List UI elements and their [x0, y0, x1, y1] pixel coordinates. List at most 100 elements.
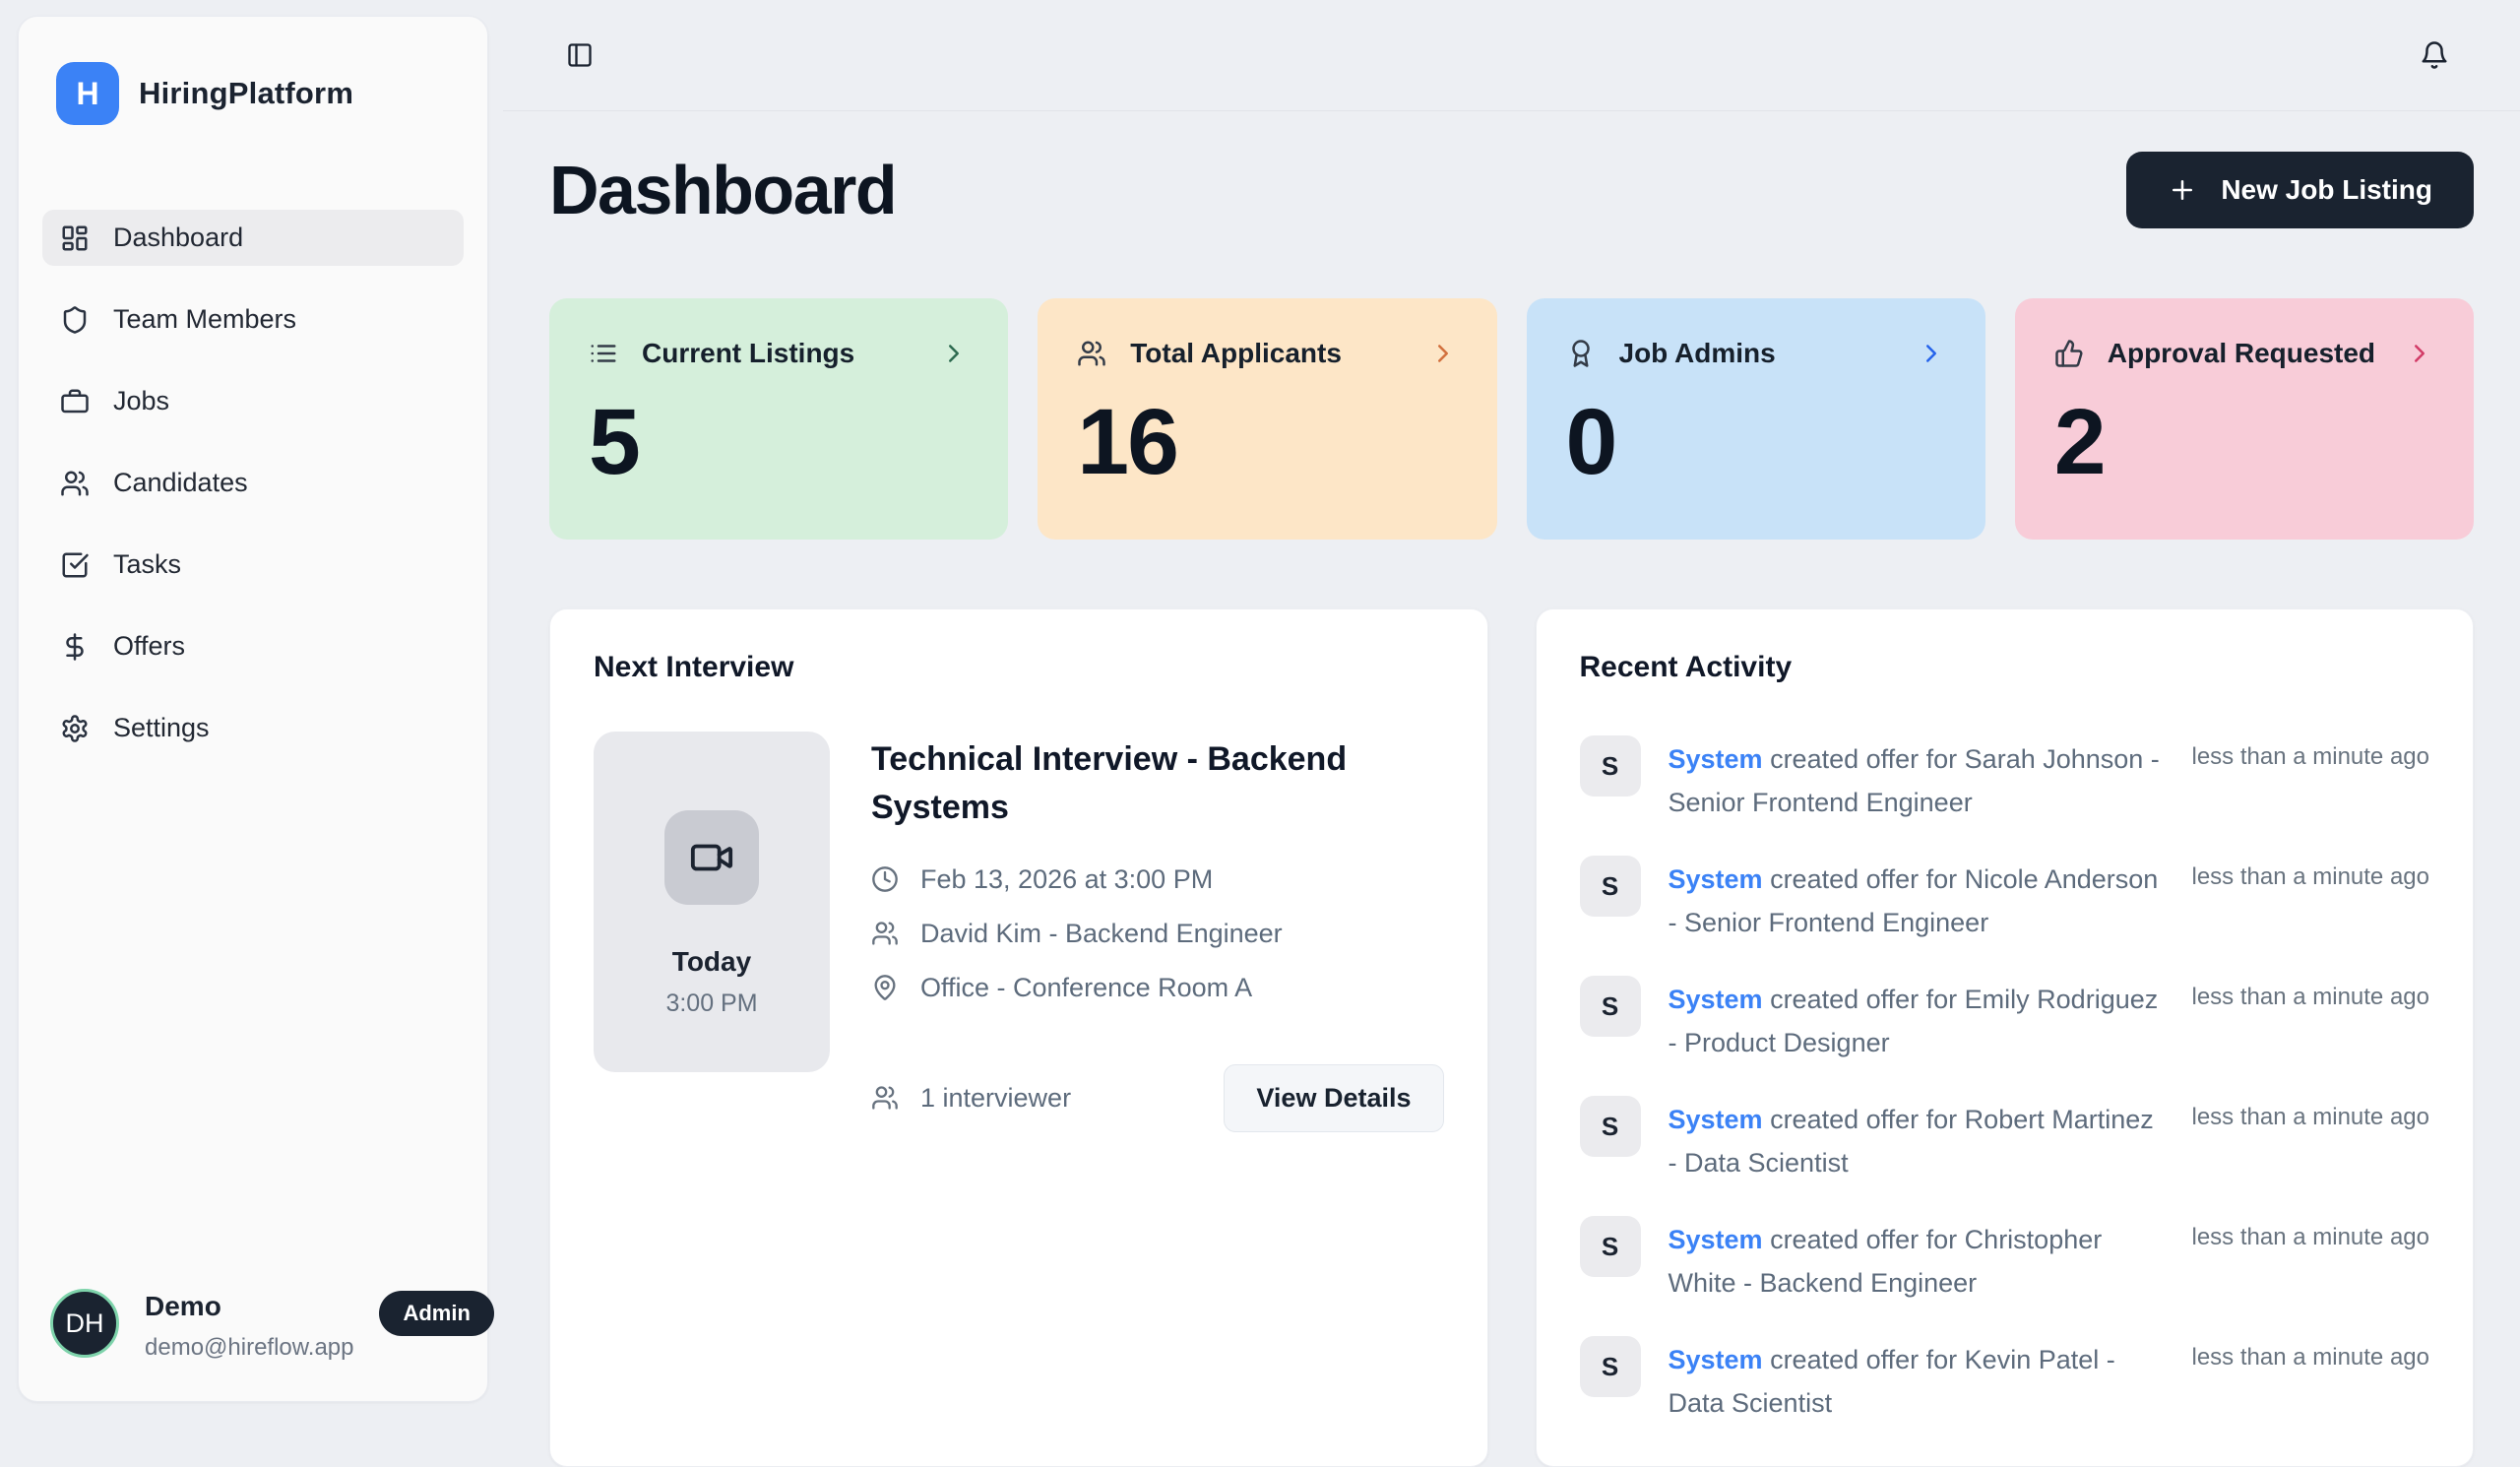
stat-label: Job Admins — [1619, 338, 1776, 369]
recent-activity-title: Recent Activity — [1580, 651, 2430, 684]
interview-location: Office - Conference Room A — [920, 973, 1252, 1003]
activity-text: System created offer for Kevin Patel - D… — [1669, 1336, 2161, 1425]
stat-label: Total Applicants — [1130, 338, 1342, 369]
interview-datetime-row: Feb 13, 2026 at 3:00 PM — [871, 864, 1444, 895]
interview-datetime: Feb 13, 2026 at 3:00 PM — [920, 864, 1213, 895]
activity-actor-link[interactable]: System — [1669, 1225, 1763, 1254]
stat-value: 0 — [1566, 389, 1946, 496]
chevron-right-icon — [1917, 339, 1946, 368]
users-icon — [871, 1084, 899, 1112]
activity-timestamp: less than a minute ago — [2192, 856, 2430, 891]
user-profile: DH Demo demo@hireflow.app Admin — [42, 1289, 464, 1362]
users-icon — [60, 469, 90, 498]
interview-time: 3:00 PM — [665, 989, 757, 1018]
activity-avatar: S — [1580, 1216, 1641, 1277]
activity-avatar: S — [1580, 856, 1641, 917]
sidebar-nav: Dashboard Team Members Jobs Candidates T… — [42, 210, 464, 756]
interview-candidate-row: David Kim - Backend Engineer — [871, 919, 1444, 949]
activity-avatar: S — [1580, 976, 1641, 1037]
activity-actor-link[interactable]: System — [1669, 864, 1763, 894]
map-pin-icon — [871, 974, 899, 1001]
plus-icon — [2168, 175, 2197, 205]
interview-day: Today — [672, 946, 751, 978]
briefcase-icon — [60, 387, 90, 416]
stat-card-approval-requested[interactable]: Approval Requested 2 — [2015, 298, 2474, 540]
sidebar-item-label: Tasks — [113, 549, 181, 580]
activity-actor-link[interactable]: System — [1669, 1345, 1763, 1374]
activity-item: S System created offer for Robert Martin… — [1580, 1096, 2430, 1184]
sidebar-item-label: Offers — [113, 631, 185, 662]
avatar-initials: DH — [66, 1308, 104, 1339]
stats-row: Current Listings 5 Total Applicants 16 J… — [549, 298, 2474, 540]
activity-item: S System created offer for Emily Rodrigu… — [1580, 976, 2430, 1064]
interviewer-count-row: 1 interviewer — [871, 1083, 1071, 1114]
activity-actor-link[interactable]: System — [1669, 1105, 1763, 1134]
next-interview-title: Next Interview — [594, 651, 1444, 684]
sidebar-item-tasks[interactable]: Tasks — [42, 537, 464, 593]
activity-text: System created offer for Nicole Anderson… — [1669, 856, 2161, 944]
activity-text: System created offer for Christopher Whi… — [1669, 1216, 2161, 1305]
activity-actor-link[interactable]: System — [1669, 744, 1763, 774]
page-title: Dashboard — [549, 151, 896, 229]
sidebar-item-label: Team Members — [113, 304, 296, 335]
page-header: Dashboard New Job Listing — [549, 151, 2474, 229]
stat-card-job-admins[interactable]: Job Admins 0 — [1527, 298, 1985, 540]
sidebar-item-dashboard[interactable]: Dashboard — [42, 210, 464, 266]
sidebar-toggle-button[interactable] — [566, 41, 594, 69]
award-icon — [1566, 339, 1596, 368]
view-details-button[interactable]: View Details — [1224, 1064, 1443, 1132]
sidebar-item-offers[interactable]: Offers — [42, 618, 464, 674]
sidebar-item-team-members[interactable]: Team Members — [42, 291, 464, 348]
chevron-right-icon — [2405, 339, 2434, 368]
stat-value: 16 — [1077, 389, 1457, 496]
stat-value: 5 — [589, 389, 969, 496]
brand-name: HiringPlatform — [139, 76, 353, 111]
new-job-listing-button[interactable]: New Job Listing — [2126, 152, 2474, 228]
stat-label: Approval Requested — [2108, 338, 2375, 369]
video-icon-tile — [664, 810, 759, 905]
bell-icon — [2420, 40, 2449, 70]
check-square-icon — [60, 550, 90, 580]
activity-text: System created offer for Emily Rodriguez… — [1669, 976, 2161, 1064]
dashboard-icon — [60, 223, 90, 253]
sidebar-item-jobs[interactable]: Jobs — [42, 373, 464, 429]
sidebar-item-label: Settings — [113, 713, 210, 743]
next-interview-panel: Next Interview Today 3:00 PM Technical I… — [549, 608, 1488, 1467]
activity-timestamp: less than a minute ago — [2192, 976, 2430, 1011]
sidebar-item-candidates[interactable]: Candidates — [42, 455, 464, 511]
logo-letter: H — [76, 76, 98, 112]
activity-text: System created offer for Robert Martinez… — [1669, 1096, 2161, 1184]
page-content: Dashboard New Job Listing Current Listin… — [503, 111, 2520, 1418]
sidebar-item-label: Candidates — [113, 468, 248, 498]
interview-date-tile: Today 3:00 PM — [594, 732, 830, 1072]
sidebar-item-label: Dashboard — [113, 223, 243, 253]
activity-text: System created offer for Sarah Johnson -… — [1669, 735, 2161, 824]
interview-title: Technical Interview - Backend Systems — [871, 735, 1442, 833]
main-area: Dashboard New Job Listing Current Listin… — [503, 0, 2520, 1418]
stat-card-total-applicants[interactable]: Total Applicants 16 — [1038, 298, 1496, 540]
activity-timestamp: less than a minute ago — [2192, 1096, 2430, 1131]
sidebar-item-settings[interactable]: Settings — [42, 700, 464, 756]
user-email: demo@hireflow.app — [145, 1334, 353, 1362]
activity-item: S System created offer for Kevin Patel -… — [1580, 1336, 2430, 1425]
role-badge: Admin — [379, 1291, 493, 1336]
activity-avatar: S — [1580, 1096, 1641, 1157]
activity-avatar: S — [1580, 735, 1641, 797]
topbar — [503, 0, 2520, 111]
app-logo: H — [56, 62, 119, 125]
notifications-button[interactable] — [2420, 40, 2449, 70]
activity-timestamp: less than a minute ago — [2192, 1336, 2430, 1371]
interview-details: Technical Interview - Backend Systems Fe… — [871, 732, 1444, 1132]
user-name: Demo — [145, 1291, 353, 1322]
activity-list: S System created offer for Sarah Johnson… — [1580, 735, 2430, 1425]
users-icon — [1077, 339, 1106, 368]
avatar: DH — [50, 1289, 119, 1358]
activity-actor-link[interactable]: System — [1669, 985, 1763, 1014]
user-info: Demo demo@hireflow.app — [145, 1289, 353, 1362]
list-icon — [589, 339, 618, 368]
stat-card-current-listings[interactable]: Current Listings 5 — [549, 298, 1008, 540]
activity-timestamp: less than a minute ago — [2192, 1216, 2430, 1251]
activity-avatar: S — [1580, 1336, 1641, 1397]
users-icon — [871, 920, 899, 947]
recent-activity-panel: Recent Activity S System created offer f… — [1536, 608, 2475, 1467]
